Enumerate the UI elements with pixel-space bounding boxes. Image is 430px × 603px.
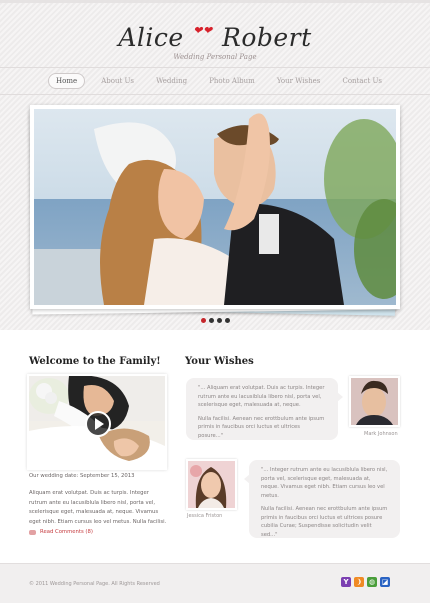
slider-dot-4[interactable]	[224, 318, 230, 323]
welcome-title: Welcome to the Family!	[29, 356, 161, 367]
footer: © 2011 Wedding Personal Page. All Rights…	[0, 563, 430, 603]
slider-pagination	[0, 318, 430, 323]
welcome-body-text: Aliquam erat volutpat. Duis ac turpis. I…	[29, 490, 167, 525]
hero-slider	[27, 102, 403, 316]
slider-dot-2[interactable]	[208, 318, 214, 323]
comment-icon	[29, 529, 36, 535]
copyright-text: © 2011 Wedding Personal Page. All Rights…	[29, 581, 160, 587]
hearts-icon: ❤❤	[193, 24, 213, 37]
nav-divider-top	[0, 67, 430, 68]
yahoo-icon[interactable]: Y	[341, 577, 351, 587]
rss-icon[interactable]: ❩	[354, 577, 364, 587]
wish-2-paragraph-2: Nulla facilisi. Aenean nec erottbulum an…	[261, 506, 388, 538]
nav-item-photo-album[interactable]: Photo Album	[203, 74, 261, 88]
nav-item-about-us[interactable]: About Us	[95, 74, 140, 88]
social-links: Y ❩ ◍ ◪	[341, 577, 390, 587]
avatar-mark-johnson[interactable]	[351, 378, 398, 425]
nav-item-wedding[interactable]: Wedding	[150, 74, 193, 88]
wish-bubble-2: "... Integer rutrum ante eu lacusiblula …	[244, 460, 400, 538]
site-logo[interactable]: Alice ❤❤ Robert Wedding Personal Page	[0, 16, 430, 61]
nav-item-home[interactable]: Home	[48, 73, 86, 89]
wish-2-author: Jessica Friston	[187, 513, 223, 519]
myspace-icon[interactable]: ◍	[367, 577, 377, 587]
wedding-date: Our wedding date: September 15, 2013	[29, 473, 135, 479]
avatar-jessica-friston[interactable]	[188, 461, 235, 508]
wish-1-paragraph-1: "... Aliquam erat volutpat. Duis ac turp…	[198, 385, 325, 408]
wish-bubble-1: "... Aliquam erat volutpat. Duis ac turp…	[186, 378, 343, 440]
wish-1-author: Mark Johnson	[364, 431, 398, 437]
nav-item-your-wishes[interactable]: Your Wishes	[271, 74, 326, 88]
logo-subtitle: Wedding Personal Page	[173, 53, 257, 61]
read-comments-link[interactable]: Read Comments (8)	[29, 529, 93, 535]
wish-1-paragraph-2: Nulla facilisi. Aenean nec erottbulum an…	[198, 415, 325, 439]
bubble-tail	[337, 392, 343, 402]
nav-item-contact-us[interactable]: Contact Us	[336, 74, 388, 88]
logo-name-left: Alice	[118, 23, 184, 52]
photo-frame	[30, 105, 400, 309]
read-comments-label: Read Comments (8)	[40, 529, 93, 535]
header: Alice ❤❤ Robert Wedding Personal Page Ho…	[0, 0, 430, 330]
play-icon[interactable]	[85, 411, 111, 437]
wish-2-paragraph-1: "... Integer rutrum ante eu lacusiblula …	[261, 467, 388, 499]
slider-dot-3[interactable]	[216, 318, 222, 323]
wishes-title: Your Wishes	[185, 356, 254, 367]
slider-dot-1[interactable]	[200, 318, 206, 323]
nav-divider-bottom	[0, 94, 430, 95]
bubble-tail	[244, 474, 250, 484]
welcome-video[interactable]	[29, 376, 165, 468]
couple-kiss-photo	[34, 109, 396, 305]
delicious-icon[interactable]: ◪	[380, 577, 390, 587]
main-nav: Home About Us Wedding Photo Album Your W…	[48, 73, 388, 89]
top-border	[0, 0, 430, 3]
logo-name-right: Robert	[222, 23, 312, 52]
